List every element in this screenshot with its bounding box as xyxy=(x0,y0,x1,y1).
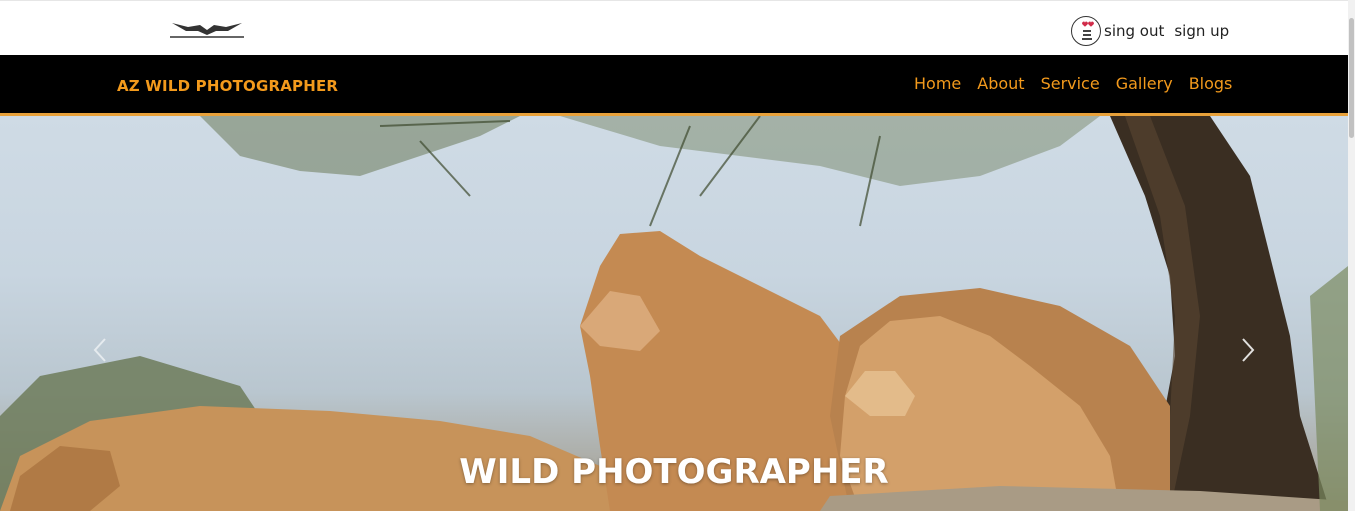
auth-links: sing out sign up xyxy=(1071,16,1239,46)
hero-carousel: WILD PHOTOGRAPHER xyxy=(0,116,1348,511)
chevron-left-icon xyxy=(93,338,106,362)
profile-avatar-icon[interactable] xyxy=(1071,16,1101,46)
carousel-next-button[interactable] xyxy=(1238,336,1258,364)
sign-out-link[interactable]: sing out xyxy=(1104,22,1164,40)
sign-up-link[interactable]: sign up xyxy=(1174,22,1229,40)
page: sing out sign up AZ WILD PHOTOGRAPHER Ho… xyxy=(0,0,1355,511)
nav-link-about[interactable]: About xyxy=(977,74,1024,93)
hero-title: WILD PHOTOGRAPHER xyxy=(459,452,889,492)
eagle-logo-icon[interactable] xyxy=(166,17,248,41)
carousel-prev-button[interactable] xyxy=(90,336,110,364)
main-navbar: AZ WILD PHOTOGRAPHER Home About Service … xyxy=(0,55,1348,116)
nav-link-service[interactable]: Service xyxy=(1041,74,1100,93)
top-bar: sing out sign up xyxy=(0,0,1348,55)
page-scrollbar[interactable] xyxy=(1348,0,1355,511)
scrollbar-thumb[interactable] xyxy=(1349,18,1354,138)
nav-link-blogs[interactable]: Blogs xyxy=(1189,74,1233,93)
chevron-right-icon xyxy=(1242,338,1255,362)
nav-link-home[interactable]: Home xyxy=(914,74,961,93)
nav-links: Home About Service Gallery Blogs xyxy=(914,74,1232,93)
brand-title[interactable]: AZ WILD PHOTOGRAPHER xyxy=(117,77,338,95)
nav-link-gallery[interactable]: Gallery xyxy=(1116,74,1173,93)
